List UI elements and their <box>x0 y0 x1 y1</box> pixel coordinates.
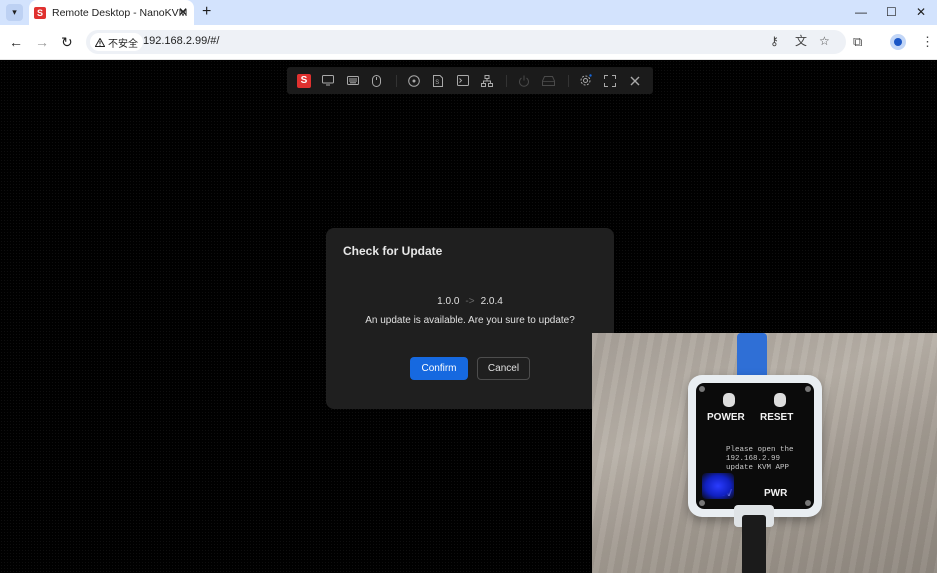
back-icon[interactable]: ← <box>9 34 23 50</box>
tab-close-icon[interactable]: ✕ <box>178 5 188 19</box>
current-version: 1.0.0 <box>437 296 460 307</box>
settings-icon[interactable] <box>575 70 597 92</box>
dialog-message: An update is available. Are you sure to … <box>365 315 575 326</box>
reload-icon[interactable]: ↻ <box>61 34 73 50</box>
tab-title: Remote Desktop - NanoKVM <box>52 6 188 19</box>
toolbar-divider <box>567 74 569 87</box>
toolbar-divider <box>506 74 508 87</box>
translate-icon[interactable]: 文 <box>795 34 807 48</box>
svg-text:S: S <box>436 80 440 86</box>
version-line: 1.0.0 -> 2.0.4 <box>326 296 614 307</box>
power-label: POWER <box>707 412 745 423</box>
profile-avatar[interactable] <box>890 34 906 50</box>
storage-icon[interactable] <box>538 70 560 92</box>
nanokvm-device: POWER RESET Please open the 192.168.2.99… <box>688 375 822 517</box>
window-close-icon[interactable]: ✕ <box>916 3 926 21</box>
power-button <box>723 393 735 407</box>
confirm-button[interactable]: Confirm <box>410 357 468 380</box>
update-dialog: Check for Update 1.0.0 -> 2.0.4 An update … <box>326 228 614 409</box>
reset-button <box>774 393 786 407</box>
kvm-toolbar: S S <box>287 67 653 94</box>
screw <box>805 500 811 506</box>
browser-toolbar: ← → ↻ 不安全 192.168.2.99/#/ ⚷ 文 ☆ ⧉ ⋮ <box>0 25 937 60</box>
screw <box>699 500 705 506</box>
password-key-icon[interactable]: ⚷ <box>770 34 779 48</box>
terminal-icon[interactable] <box>452 70 474 92</box>
menu-kebab-icon[interactable]: ⋮ <box>921 34 934 50</box>
screen-icon[interactable] <box>317 70 339 92</box>
usb-cable <box>742 515 766 573</box>
toolbar-divider <box>396 74 398 87</box>
network-icon[interactable] <box>476 70 498 92</box>
nanokvm-favicon-icon: S <box>34 6 46 19</box>
close-icon[interactable] <box>624 70 646 92</box>
oled-screen-text: Please open the 192.168.2.99 update KVM … <box>726 446 794 472</box>
keyboard-icon[interactable] <box>342 70 364 92</box>
person-icon <box>894 38 902 46</box>
new-tab-button[interactable]: + <box>202 3 211 21</box>
url-text[interactable]: 192.168.2.99/#/ <box>143 35 219 47</box>
security-chip[interactable]: 不安全 <box>90 33 143 51</box>
dialog-title: Check for Update <box>343 244 443 258</box>
led-5v-glow <box>702 473 734 499</box>
extensions-icon[interactable]: ⧉ <box>853 34 862 50</box>
mouse-icon[interactable] <box>366 70 388 92</box>
new-version: 2.0.4 <box>480 296 503 307</box>
led-pwr-label: PWR <box>764 488 788 499</box>
fullscreen-icon[interactable] <box>599 70 621 92</box>
maximize-icon[interactable]: ☐ <box>886 3 897 21</box>
minimize-icon[interactable]: — <box>855 3 867 21</box>
forward-icon[interactable]: → <box>35 34 49 50</box>
tab-search-button[interactable]: ▾ <box>6 4 23 21</box>
warning-icon <box>95 37 105 47</box>
device-photo: POWER RESET Please open the 192.168.2.99… <box>592 333 937 573</box>
screw <box>805 386 811 392</box>
browser-tab-strip: ▾ S Remote Desktop - NanoKVM ✕ + — ☐ ✕ <box>0 0 937 25</box>
version-arrow: -> <box>465 296 475 307</box>
screw <box>699 386 705 392</box>
bookmark-star-icon[interactable]: ☆ <box>819 34 830 48</box>
power-icon[interactable] <box>513 70 535 92</box>
browser-tab[interactable]: S Remote Desktop - NanoKVM ✕ <box>29 0 194 25</box>
address-bar[interactable]: 不安全 192.168.2.99/#/ ⚷ 文 ☆ <box>86 30 846 54</box>
script-icon[interactable]: S <box>427 70 449 92</box>
security-label: 不安全 <box>108 38 138 50</box>
reset-label: RESET <box>760 412 794 423</box>
image-icon[interactable] <box>403 70 425 92</box>
nanokvm-logo-icon[interactable]: S <box>293 70 315 92</box>
cancel-button[interactable]: Cancel <box>477 357 530 380</box>
